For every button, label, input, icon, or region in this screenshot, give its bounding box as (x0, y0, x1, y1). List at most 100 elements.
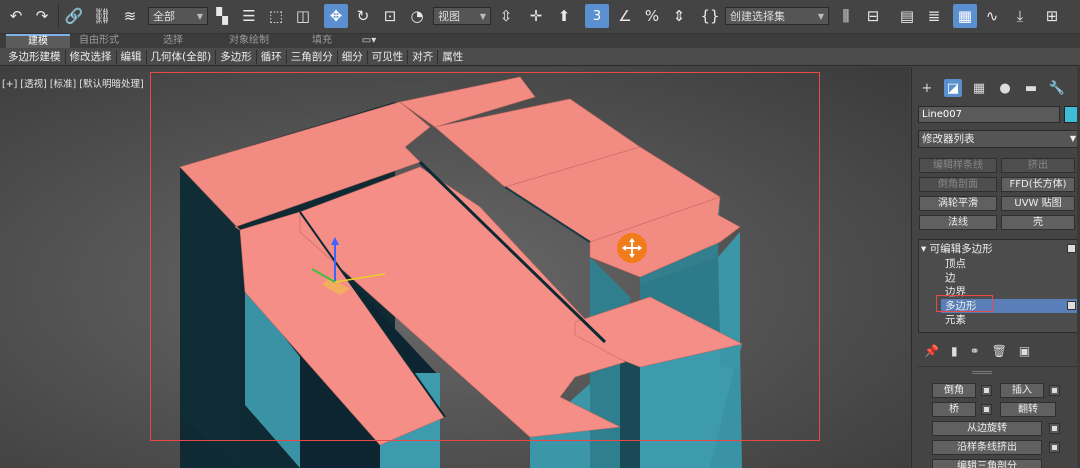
utilities-tab-icon[interactable]: 🔧 (1048, 79, 1066, 97)
angle-snap-icon[interactable]: ∠ (613, 4, 637, 28)
remove-modifier-icon[interactable]: 🗑 (992, 344, 1007, 358)
bridge-settings-icon[interactable] (981, 404, 992, 415)
toggle-ribbon-icon[interactable]: ▦ (953, 4, 977, 28)
selection-filter-dropdown[interactable]: 全部 ▼ (148, 7, 208, 25)
ribbon-align[interactable]: 对齐 (408, 49, 439, 64)
command-panel-tabs: + ◪ ▦ ● ▬ 🔧 (912, 77, 1080, 99)
bevel-profile-button[interactable]: 倒角剖面 (919, 177, 997, 192)
select-manipulate-icon[interactable]: ✛ (524, 4, 548, 28)
bevel-button[interactable]: 倒角 (932, 383, 976, 398)
ribbon-polygons[interactable]: 多边形 (216, 49, 257, 64)
layer-explorer-icon[interactable]: ≣ (922, 4, 946, 28)
edit-spline-button[interactable]: 编辑样条线 (919, 158, 997, 173)
ribbon-edit[interactable]: 编辑 (117, 49, 147, 64)
tab-freeform[interactable]: 自由形式 (70, 34, 128, 48)
ribbon-modify-selection[interactable]: 修改选择 (66, 49, 117, 64)
ribbon-properties[interactable]: 属性 (438, 50, 467, 64)
normal-button[interactable]: 法线 (919, 215, 997, 230)
select-and-move-icon[interactable]: ✥ (324, 4, 348, 28)
keyboard-shortcut-override-icon[interactable]: ⬆ (552, 4, 576, 28)
tab-modeling[interactable]: 建模 (6, 34, 70, 48)
toolbar-separator (58, 4, 59, 28)
insert-settings-icon[interactable] (1049, 385, 1060, 396)
bevel-settings-icon[interactable] (981, 385, 992, 396)
modifier-list-dropdown[interactable]: 修改器列表 ▼ (918, 130, 1080, 148)
unlink-icon[interactable]: ⛓ (90, 4, 114, 28)
mirror-icon[interactable]: ⫼ (834, 4, 858, 28)
flip-button[interactable]: 翻转 (1000, 402, 1056, 417)
select-and-place-icon[interactable]: ◔ (405, 4, 429, 28)
make-unique-icon[interactable]: ⚭ (970, 344, 980, 358)
create-tab-icon[interactable]: + (918, 79, 936, 97)
align-icon[interactable]: ⊟ (861, 4, 885, 28)
spinner-snap-icon[interactable]: ⇕ (667, 4, 691, 28)
ribbon-tabs: 建模 自由形式 选择 对象绘制 填充 ▭▾ (0, 34, 1080, 48)
chevron-down-icon: ▼ (817, 11, 824, 21)
ribbon-tris[interactable]: 三角剖分 (287, 49, 338, 64)
snaps-toggle-icon[interactable]: 3 (585, 4, 609, 28)
uvw-map-button[interactable]: UVW 贴图 (1001, 196, 1075, 211)
insert-button[interactable]: 插入 (1000, 383, 1044, 398)
extrude-button[interactable]: 挤出 (1001, 158, 1075, 173)
viewport-label[interactable]: [+] [透视] [标准] [默认明暗处理] (2, 76, 144, 90)
object-name-field[interactable]: Line007 (918, 106, 1060, 123)
ribbon-loops[interactable]: 循环 (257, 49, 287, 64)
ribbon-subdivision[interactable]: 细分 (338, 49, 368, 64)
turbosmooth-button[interactable]: 涡轮平滑 (919, 196, 997, 211)
stack-light-icon[interactable] (1067, 301, 1076, 310)
material-editor-icon[interactable]: ⊞ (1040, 4, 1064, 28)
configure-modifier-sets-icon[interactable]: ▣ (1019, 344, 1030, 358)
pin-stack-icon[interactable]: 📌 (924, 344, 939, 358)
stack-light-icon[interactable] (1067, 244, 1076, 253)
chevron-down-icon: ▼ (196, 11, 203, 21)
stack-item-vertex[interactable]: 顶点 (945, 257, 966, 271)
show-end-result-icon[interactable]: ▮ (951, 344, 958, 358)
stack-root-editable-poly[interactable]: ▾ 可编辑多边形 (921, 242, 993, 256)
display-tab-icon[interactable]: ▬ (1022, 79, 1040, 97)
viewport-scene[interactable] (0, 67, 910, 468)
modifier-list-label: 修改器列表 (922, 133, 975, 145)
select-and-rotate-icon[interactable]: ↻ (351, 4, 375, 28)
hierarchy-tab-icon[interactable]: ▦ (970, 79, 988, 97)
reference-coordinate-value: 视图 (438, 10, 460, 23)
ribbon-geometry-all[interactable]: 几何体(全部) (147, 49, 217, 64)
rollout-grip[interactable] (972, 371, 992, 374)
stack-item-element[interactable]: 元素 (945, 313, 966, 327)
undo-icon[interactable]: ↶ (4, 4, 28, 28)
link-icon[interactable]: 🔗 (62, 4, 86, 28)
window-crossing-icon[interactable]: ◫ (291, 4, 315, 28)
tab-populate[interactable]: 填充 (302, 34, 342, 48)
bridge-button[interactable]: 桥 (932, 402, 976, 417)
shell-button[interactable]: 壳 (1001, 215, 1075, 230)
select-by-name-icon[interactable]: ☰ (237, 4, 261, 28)
ribbon-visibility[interactable]: 可见性 (368, 49, 409, 64)
select-and-scale-icon[interactable]: ⊡ (378, 4, 402, 28)
rectangular-selection-icon[interactable]: ⬚ (264, 4, 288, 28)
named-selection-dropdown[interactable]: 创建选择集 ▼ (725, 7, 829, 25)
motion-tab-icon[interactable]: ● (996, 79, 1014, 97)
bind-space-warp-icon[interactable]: ≋ (118, 4, 142, 28)
hinge-settings-icon[interactable] (1049, 423, 1060, 434)
stack-item-edge[interactable]: 边 (945, 271, 956, 285)
pivot-center-icon[interactable]: ⇳ (494, 4, 518, 28)
modify-tab-icon[interactable]: ◪ (944, 79, 962, 97)
schematic-view-icon[interactable]: ⤓ (1008, 4, 1032, 28)
curve-editor-icon[interactable]: ∿ (980, 4, 1004, 28)
edit-named-selection-icon[interactable]: {} (698, 4, 722, 28)
scene-explorer-icon[interactable]: ▤ (895, 4, 919, 28)
hinge-from-edge-button[interactable]: 从边旋转 (932, 421, 1042, 436)
extrude-along-spline-button[interactable]: 沿样条线挤出 (932, 440, 1042, 455)
ffd-box-button[interactable]: FFD(长方体) (1001, 177, 1075, 192)
tab-object-paint[interactable]: 对象绘制 (220, 34, 278, 48)
redo-icon[interactable]: ↷ (30, 4, 54, 28)
select-object-icon[interactable]: ▚ (210, 4, 234, 28)
tab-selection[interactable]: 选择 (150, 34, 196, 48)
collapse-icon[interactable]: ▾ (921, 243, 930, 255)
perspective-viewport[interactable]: [+] [透视] [标准] [默认明暗处理] (0, 67, 910, 468)
ribbon-options-icon[interactable]: ▭▾ (356, 34, 382, 48)
reference-coordinate-dropdown[interactable]: 视图 ▼ (433, 7, 491, 25)
edit-triangulation-button[interactable]: 编辑三角剖分 (932, 459, 1042, 468)
ribbon-polygon-modeling[interactable]: 多边形建模 (4, 49, 66, 64)
extrude-along-spline-settings-icon[interactable] (1049, 442, 1060, 453)
percent-snap-icon[interactable]: % (640, 4, 664, 28)
